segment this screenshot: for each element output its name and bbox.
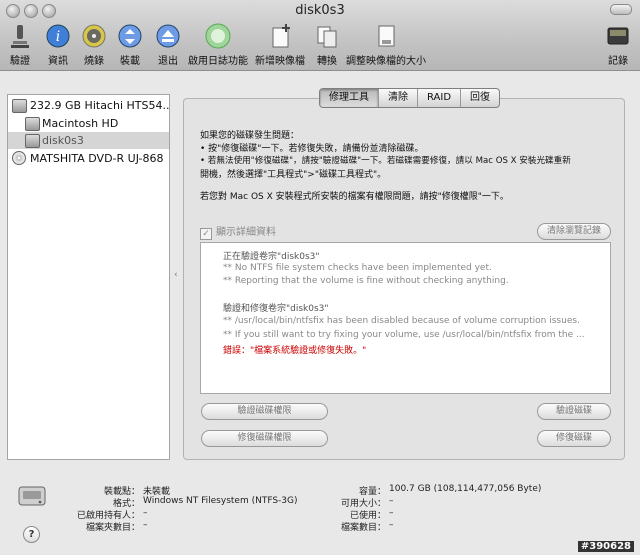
disk-item-dvd-drive[interactable]: MATSHITA DVD-R UJ-868 bbox=[8, 150, 169, 167]
info-text: • 若無法使用"修復磁碟"，請按"驗證磁碟"一下。若磁碟需要修復，請以 Mac … bbox=[200, 156, 571, 166]
disk-list: 232.9 GB Hitachi HTS54... Macintosh HD d… bbox=[7, 94, 170, 460]
log-line: ** /usr/local/bin/ntfsfix has been disab… bbox=[223, 316, 580, 326]
eject-toolbar-button[interactable]: 退出 bbox=[150, 22, 186, 68]
dvd-drive-icon bbox=[12, 151, 26, 165]
tab-erase[interactable]: 清除 bbox=[378, 89, 417, 107]
log-line: 正在驗證卷宗"disk0s3" bbox=[223, 252, 320, 262]
info-icon: i bbox=[44, 22, 72, 50]
tab-restore[interactable]: 回復 bbox=[460, 89, 499, 107]
owners-value: – bbox=[143, 508, 148, 518]
clear-history-button[interactable]: 清除瀏覽記錄 bbox=[537, 223, 611, 240]
verify-toolbar-button[interactable]: 驗證 bbox=[2, 22, 38, 68]
log-icon bbox=[604, 22, 632, 50]
volume-icon bbox=[25, 117, 40, 131]
checkmark-icon: ✓ bbox=[200, 228, 212, 240]
folder-count-label: 檔案夾數目： bbox=[85, 523, 140, 533]
folder-count-value: – bbox=[143, 520, 148, 530]
log-toolbar-button[interactable]: 記錄 bbox=[600, 22, 636, 68]
journaling-icon bbox=[204, 22, 232, 50]
convert-icon bbox=[313, 22, 341, 50]
log-line: ** No NTFS file system checks have been … bbox=[223, 263, 492, 273]
log-line: 驗證和修復卷宗"disk0s3" bbox=[223, 304, 329, 314]
tab-raid[interactable]: RAID bbox=[417, 89, 460, 107]
verify-permissions-button[interactable]: 驗證磁碟權限 bbox=[201, 403, 328, 420]
volume-icon bbox=[17, 484, 47, 511]
burn-disc-icon bbox=[80, 22, 108, 50]
resize-image-icon bbox=[372, 22, 400, 50]
file-count-value: – bbox=[389, 520, 394, 530]
toolbar-toggle-button[interactable] bbox=[610, 4, 632, 15]
available-value: – bbox=[389, 496, 394, 506]
window-titlebar: disk0s3 驗證 i 資訊 燒錄 裝載 退出 啟用日誌功能 新增映像檔 轉換… bbox=[0, 0, 640, 71]
tab-first-aid[interactable]: 修理工具 bbox=[320, 89, 378, 107]
show-details-checkbox[interactable]: ✓ 顯示詳細資料 bbox=[200, 223, 276, 240]
log-error-line: 錯誤："檔案系統驗證或修復失敗。" bbox=[223, 346, 367, 356]
info-toolbar-button[interactable]: i 資訊 bbox=[40, 22, 76, 68]
enable-journaling-toolbar-button[interactable]: 啟用日誌功能 bbox=[186, 22, 250, 68]
used-value: – bbox=[389, 508, 394, 518]
new-image-icon bbox=[266, 22, 294, 50]
log-line: ** If you still want to try fixing your … bbox=[223, 330, 585, 340]
log-output[interactable]: 正在驗證卷宗"disk0s3" ** No NTFS file system c… bbox=[200, 242, 611, 394]
file-count-label: 檔案數目： bbox=[340, 523, 386, 533]
repair-disk-button[interactable]: 修復磁碟 bbox=[537, 430, 611, 447]
info-text: 如果您的磁碟發生問題： bbox=[200, 131, 300, 141]
volume-icon bbox=[25, 134, 40, 148]
convert-toolbar-button[interactable]: 轉換 bbox=[310, 22, 344, 68]
volume-item-macintosh-hd[interactable]: Macintosh HD bbox=[8, 115, 169, 132]
split-view-handle[interactable]: ‹ bbox=[174, 270, 178, 280]
mount-toolbar-button[interactable]: 裝載 bbox=[112, 22, 148, 68]
watermark: #390628 bbox=[577, 541, 634, 552]
info-text: 開機，然後選擇"工具程式">"磁碟工具程式"。 bbox=[200, 170, 387, 180]
window-title: disk0s3 bbox=[295, 3, 345, 18]
svg-text:i: i bbox=[56, 29, 60, 45]
eject-icon bbox=[154, 22, 182, 50]
new-image-toolbar-button[interactable]: 新增映像檔 bbox=[254, 22, 306, 68]
verify-disk-button[interactable]: 驗證磁碟 bbox=[537, 403, 611, 420]
repair-permissions-button[interactable]: 修復磁碟權限 bbox=[201, 430, 328, 447]
volume-item-disk0s3[interactable]: disk0s3 bbox=[8, 132, 169, 149]
format-value: Windows NT Filesystem (NTFS-3G) bbox=[143, 496, 298, 506]
hard-disk-icon bbox=[12, 99, 27, 113]
log-line: ** Reporting that the volume is fine wit… bbox=[223, 276, 509, 286]
capacity-value: 100.7 GB (108,114,477,056 Byte) bbox=[389, 484, 542, 494]
help-button[interactable]: ? bbox=[23, 526, 40, 543]
mount-icon bbox=[116, 22, 144, 50]
disk-item-hitachi[interactable]: 232.9 GB Hitachi HTS54... bbox=[8, 97, 169, 114]
resize-image-toolbar-button[interactable]: 調整映像檔的大小 bbox=[344, 22, 428, 68]
burn-toolbar-button[interactable]: 燒錄 bbox=[76, 22, 112, 68]
tab-bar: 修理工具 清除 RAID 回復 bbox=[319, 88, 501, 108]
microscope-icon bbox=[6, 22, 34, 50]
info-text: 若您對 Mac OS X 安裝程式所安裝的檔案有權限問題，請按"修復權限"一下。 bbox=[200, 192, 509, 202]
info-text: • 按"修復磁碟"一下。若修復失敗，請備份並清除磁碟。 bbox=[200, 144, 424, 154]
